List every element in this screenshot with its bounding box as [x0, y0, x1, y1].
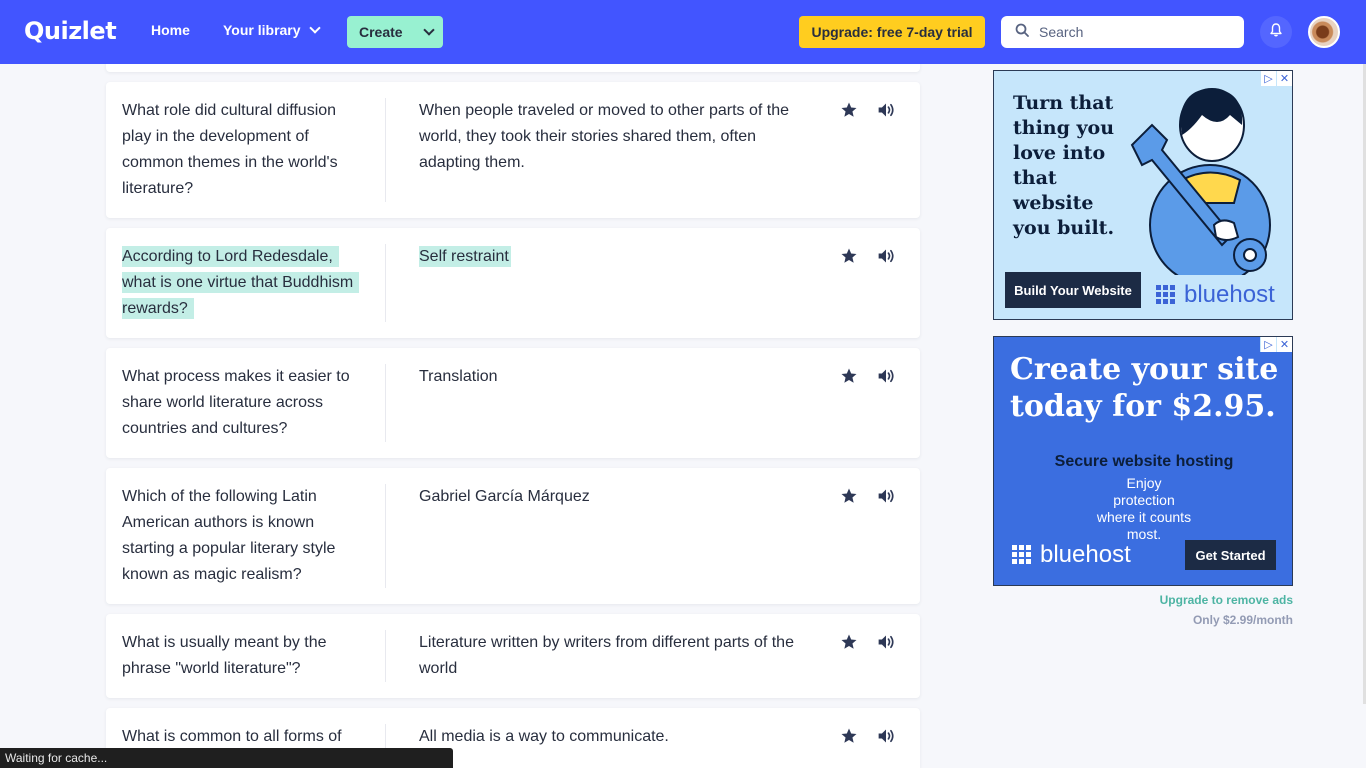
ad-subhead: Secure website hosting — [1054, 453, 1234, 470]
create-button[interactable]: Create — [347, 16, 443, 48]
card-term: According to Lord Redesdale, what is one… — [122, 244, 360, 322]
card-divider — [385, 98, 386, 202]
speaker-icon[interactable] — [876, 367, 896, 390]
speaker-icon[interactable] — [876, 247, 896, 270]
bluehost-logo: bluehost — [1156, 281, 1275, 309]
card-term: What process makes it easier to share wo… — [122, 368, 350, 437]
card-divider — [385, 244, 386, 322]
search-icon — [1015, 23, 1029, 42]
ad-headline: Turn that thing you love into that websi… — [1013, 92, 1115, 239]
search-input[interactable] — [1039, 24, 1229, 40]
speaker-icon[interactable] — [876, 727, 896, 750]
user-avatar[interactable] — [1308, 16, 1340, 48]
star-icon[interactable] — [840, 101, 858, 124]
card-definition: When people traveled or moved to other p… — [419, 102, 789, 171]
flashcard-row: According to Lord Redesdale, what is one… — [106, 228, 920, 338]
star-icon[interactable] — [840, 247, 858, 270]
ad-body: Enjoy protection where it counts most. — [1096, 475, 1192, 542]
adchoices-icon[interactable]: ▷ — [1260, 71, 1276, 86]
card-term: What is usually meant by the phrase "wor… — [122, 634, 327, 677]
card-definition-highlighted: Self restraint — [419, 246, 511, 267]
speaker-icon[interactable] — [876, 487, 896, 510]
create-label: Create — [359, 24, 403, 40]
nav-home-link[interactable]: Home — [151, 22, 190, 38]
card-term: What is common to all forms of — [122, 728, 342, 745]
bluehost-wordmark: bluehost — [1040, 541, 1131, 568]
ad-badge[interactable]: ▷ ✕ — [1260, 337, 1292, 352]
build-website-button[interactable]: Build Your Website — [1005, 272, 1141, 308]
bluehost-wordmark: bluehost — [1184, 281, 1275, 308]
card-definition: Literature written by writers from diffe… — [419, 634, 794, 677]
remove-ads-price: Only $2.99/month — [1192, 613, 1293, 627]
card-definition: Gabriel García Márquez — [419, 488, 590, 505]
flashcard-row: What process makes it easier to share wo… — [106, 348, 920, 458]
card-term: Which of the following Latin American au… — [122, 488, 336, 583]
star-icon[interactable] — [840, 633, 858, 656]
flashcard-row: What is usually meant by the phrase "wor… — [106, 614, 920, 698]
ad-banner-hosting[interactable]: ▷ ✕ Create your site today for $2.95. Se… — [993, 336, 1293, 586]
ad-badge[interactable]: ▷ ✕ — [1260, 71, 1292, 86]
search-box[interactable] — [1001, 16, 1244, 48]
quizlet-logo[interactable]: Quizlet — [24, 17, 117, 45]
bluehost-logo: bluehost — [1012, 541, 1131, 569]
card-definition: Self restraint — [419, 244, 799, 270]
nav-library-label: Your library — [223, 22, 301, 38]
get-started-button[interactable]: Get Started — [1185, 540, 1276, 570]
grid-logo-icon — [1012, 545, 1031, 564]
speaker-icon[interactable] — [876, 101, 896, 124]
remove-ads-link[interactable]: Upgrade to remove ads — [993, 593, 1293, 607]
card-definition: All media is a way to communicate. — [419, 728, 669, 745]
star-icon[interactable] — [840, 367, 858, 390]
notifications-button[interactable] — [1260, 16, 1292, 48]
browser-status-bar: Waiting for cache... — [0, 748, 453, 768]
star-icon[interactable] — [840, 727, 858, 750]
nav-library-menu[interactable]: Your library — [223, 22, 321, 38]
flashcard-row: What role did cultural diffusion play in… — [106, 82, 920, 218]
adchoices-icon[interactable]: ▷ — [1260, 337, 1276, 352]
chevron-down-icon — [422, 24, 435, 36]
ad-headline: Create your site today for $2.95. — [1010, 352, 1279, 424]
card-divider — [385, 484, 386, 588]
card-term: What role did cultural diffusion play in… — [122, 102, 338, 197]
upgrade-trial-button[interactable]: Upgrade: free 7-day trial — [799, 16, 985, 48]
ad-close-icon[interactable]: ✕ — [1276, 71, 1292, 86]
chevron-down-icon — [308, 22, 321, 34]
ad-banner-build-website[interactable]: ▷ ✕ Turn that thing you love into that w… — [993, 70, 1293, 320]
flashcard-row: Which of the following Latin American au… — [106, 468, 920, 604]
speaker-icon[interactable] — [876, 633, 896, 656]
nav-home-label: Home — [151, 22, 190, 38]
grid-logo-icon — [1156, 285, 1175, 304]
card-divider — [385, 364, 386, 442]
ad-close-icon[interactable]: ✕ — [1276, 337, 1292, 352]
card-definition: Translation — [419, 368, 498, 385]
top-nav: Quizlet Home Your library Create Upgrade… — [0, 0, 1366, 64]
card-term-highlighted: According to Lord Redesdale, what is one… — [122, 246, 360, 319]
card-divider — [385, 630, 386, 682]
bell-icon — [1268, 22, 1284, 43]
ad-illustration — [1130, 88, 1271, 275]
star-icon[interactable] — [840, 487, 858, 510]
